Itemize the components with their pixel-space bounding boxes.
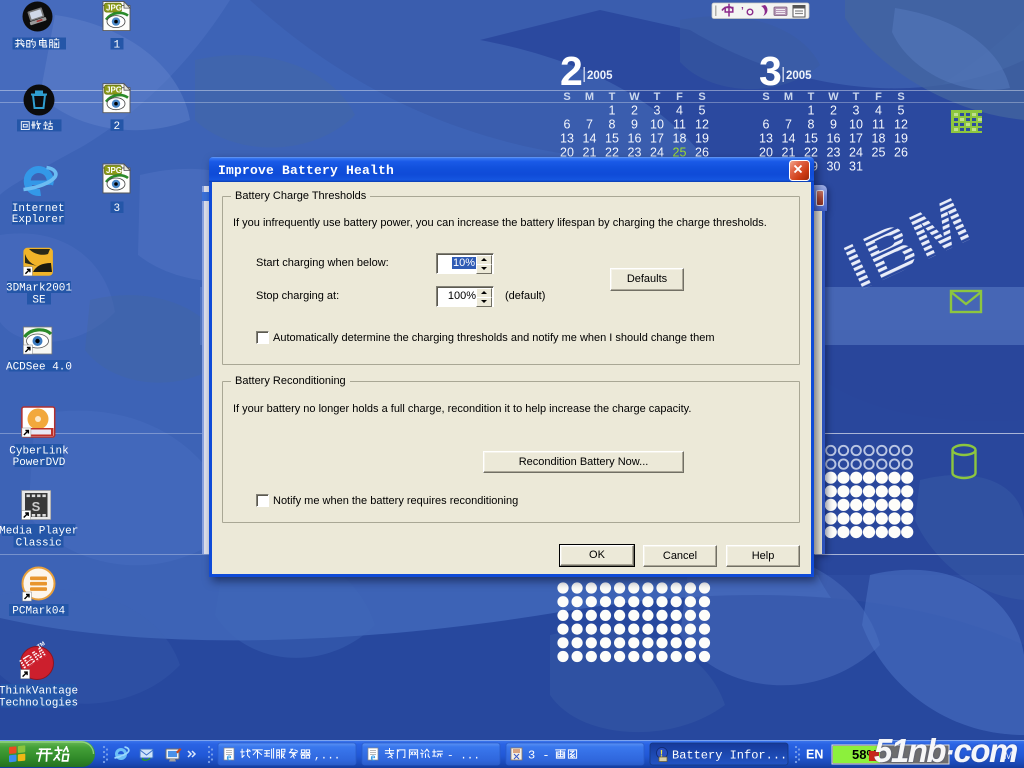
- svg-text:PowerDVD: PowerDVD: [13, 457, 66, 469]
- svg-text:ACDSee 4.0: ACDSee 4.0: [6, 361, 72, 373]
- svg-text:’: ’: [741, 6, 744, 17]
- svg-text:ThinkVantage: ThinkVantage: [0, 686, 78, 698]
- svg-text:1: 1: [113, 39, 120, 51]
- svg-text:Improve Battery Health: Improve Battery Health: [218, 163, 394, 178]
- svg-text:e: e: [227, 752, 232, 764]
- svg-text:SE: SE: [32, 294, 46, 306]
- svg-text:3DMark2001: 3DMark2001: [6, 283, 72, 295]
- svg-text:,...: ,...: [314, 751, 340, 763]
- svg-text:3 -: 3 -: [528, 749, 550, 763]
- svg-text:S: S: [32, 499, 41, 514]
- svg-text:JPG: JPG: [106, 4, 122, 13]
- svg-text:JPG: JPG: [106, 166, 122, 175]
- svg-text:Battery Infor...: Battery Infor...: [672, 749, 787, 763]
- svg-text:PCMark04: PCMark04: [12, 606, 65, 618]
- svg-text:3: 3: [113, 203, 120, 215]
- svg-text:- ...: - ...: [447, 751, 480, 763]
- svg-text:CyberLink: CyberLink: [9, 446, 69, 458]
- svg-text:JPG: JPG: [106, 86, 122, 95]
- svg-text:Technologies: Technologies: [0, 697, 78, 709]
- svg-text:Media Player: Media Player: [0, 526, 78, 538]
- svg-text:Classic: Classic: [16, 537, 62, 549]
- svg-text:e: e: [371, 752, 376, 764]
- svg-text:Explorer: Explorer: [12, 214, 65, 226]
- svg-text:EN: EN: [806, 748, 823, 762]
- svg-text:2: 2: [113, 121, 120, 133]
